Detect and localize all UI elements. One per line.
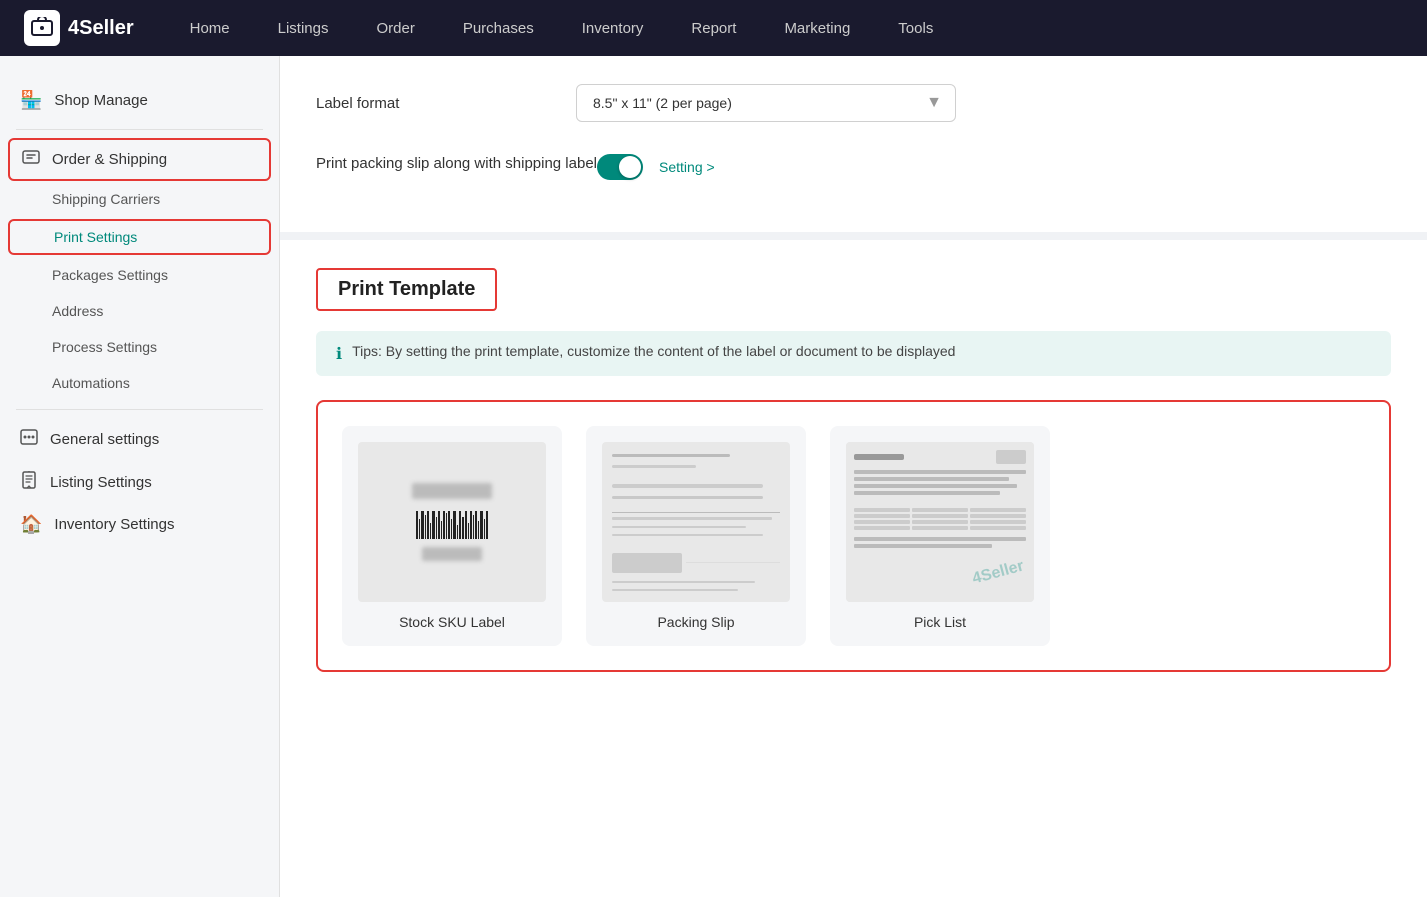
toggle-knob — [619, 156, 641, 178]
packing-slip-row: Print packing slip along with shipping l… — [316, 146, 1391, 180]
sidebar-subitem-address[interactable]: Address — [0, 293, 279, 329]
sidebar-subitem-packages-settings[interactable]: Packages Settings — [0, 257, 279, 293]
label-format-select[interactable]: 8.5" x 11" (2 per page) 4" x 6" 4" x 4" — [576, 84, 956, 122]
packing-slip-label-text: Packing Slip — [657, 614, 734, 630]
nav-tools[interactable]: Tools — [890, 16, 941, 41]
picklist-preview-content: 4Seller — [846, 442, 1034, 602]
general-settings-icon — [20, 428, 38, 451]
sidebar: 🏪 Shop Manage Order & Shipping Shipping … — [0, 56, 280, 897]
picklist-title-line — [854, 454, 904, 460]
nav-report[interactable]: Report — [683, 16, 744, 41]
pick-list-label-text: Pick List — [914, 614, 966, 630]
listing-settings-icon — [20, 471, 38, 494]
template-card-packing-slip[interactable]: Packing Slip — [586, 426, 806, 646]
nav-order[interactable]: Order — [368, 16, 422, 41]
label-format-row: Label format 8.5" x 11" (2 per page) 4" … — [316, 84, 1391, 122]
packing-slip-label: Print packing slip along with shipping l… — [316, 155, 597, 172]
setting-link[interactable]: Setting > — [659, 159, 715, 175]
sku-blur-bottom — [422, 547, 482, 561]
tips-box: ℹ Tips: By setting the print template, c… — [316, 331, 1391, 376]
barcode — [416, 507, 488, 539]
templates-container: Stock SKU Label — [316, 400, 1391, 672]
inventory-settings-icon: 🏠 — [20, 514, 42, 535]
label-format-label: Label format — [316, 95, 576, 112]
top-navigation: 4Seller Home Listings Order Purchases In… — [0, 0, 1427, 56]
print-template-section: Print Template ℹ Tips: By setting the pr… — [280, 240, 1427, 700]
sidebar-section-main: 🏪 Shop Manage Order & Shipping Shipping … — [0, 72, 279, 553]
packing-preview-content — [602, 442, 790, 602]
sidebar-item-general-settings[interactable]: General settings — [0, 418, 279, 461]
sidebar-subitem-automations[interactable]: Automations — [0, 365, 279, 401]
sidebar-item-shop-manage[interactable]: 🏪 Shop Manage — [0, 80, 279, 121]
picklist-watermark: 4Seller — [970, 558, 1025, 589]
nav-purchases[interactable]: Purchases — [455, 16, 542, 41]
picklist-logo-box — [996, 450, 1026, 464]
sku-blur-top — [412, 483, 492, 499]
shop-manage-icon: 🏪 — [20, 90, 42, 111]
packing-slip-controls: Setting > — [597, 154, 715, 180]
sidebar-divider-1 — [16, 129, 263, 130]
picklist-header — [854, 450, 1026, 464]
sidebar-subitem-process-settings[interactable]: Process Settings — [0, 329, 279, 365]
app-logo[interactable]: 4Seller — [24, 10, 134, 46]
template-card-pick-list[interactable]: 4Seller Pick List — [830, 426, 1050, 646]
sku-preview-content — [358, 442, 546, 602]
main-content: Label format 8.5" x 11" (2 per page) 4" … — [280, 56, 1427, 897]
print-template-title-box: Print Template — [316, 268, 497, 311]
packing-slip-preview — [602, 442, 790, 602]
picklist-grid — [854, 508, 1026, 530]
sidebar-item-listing-settings[interactable]: Listing Settings — [0, 461, 279, 504]
sidebar-divider-2 — [16, 409, 263, 410]
tips-text: Tips: By setting the print template, cus… — [352, 343, 955, 359]
nav-home[interactable]: Home — [182, 16, 238, 41]
label-format-select-wrapper: 8.5" x 11" (2 per page) 4" x 6" 4" x 4" … — [576, 84, 956, 122]
app-layout: 🏪 Shop Manage Order & Shipping Shipping … — [0, 56, 1427, 897]
sidebar-item-inventory-settings[interactable]: 🏠 Inventory Settings — [0, 504, 279, 545]
nav-inventory[interactable]: Inventory — [574, 16, 652, 41]
nav-listings[interactable]: Listings — [270, 16, 337, 41]
print-template-title: Print Template — [338, 278, 475, 301]
stock-sku-label-text: Stock SKU Label — [399, 614, 505, 630]
stock-sku-preview — [358, 442, 546, 602]
template-card-stock-sku-label[interactable]: Stock SKU Label — [342, 426, 562, 646]
sidebar-item-order-shipping[interactable]: Order & Shipping — [8, 138, 271, 181]
logo-icon — [24, 10, 60, 46]
tips-icon: ℹ — [336, 344, 342, 364]
label-format-section: Label format 8.5" x 11" (2 per page) 4" … — [280, 56, 1427, 240]
order-shipping-icon — [22, 148, 40, 171]
label-format-control: 8.5" x 11" (2 per page) 4" x 6" 4" x 4" … — [576, 84, 1076, 122]
sidebar-subitem-print-settings[interactable]: Print Settings — [8, 219, 271, 255]
nav-marketing[interactable]: Marketing — [776, 16, 858, 41]
packing-slip-toggle[interactable] — [597, 154, 643, 180]
sidebar-subitem-shipping-carriers[interactable]: Shipping Carriers — [0, 181, 279, 217]
pick-list-preview: 4Seller — [846, 442, 1034, 602]
